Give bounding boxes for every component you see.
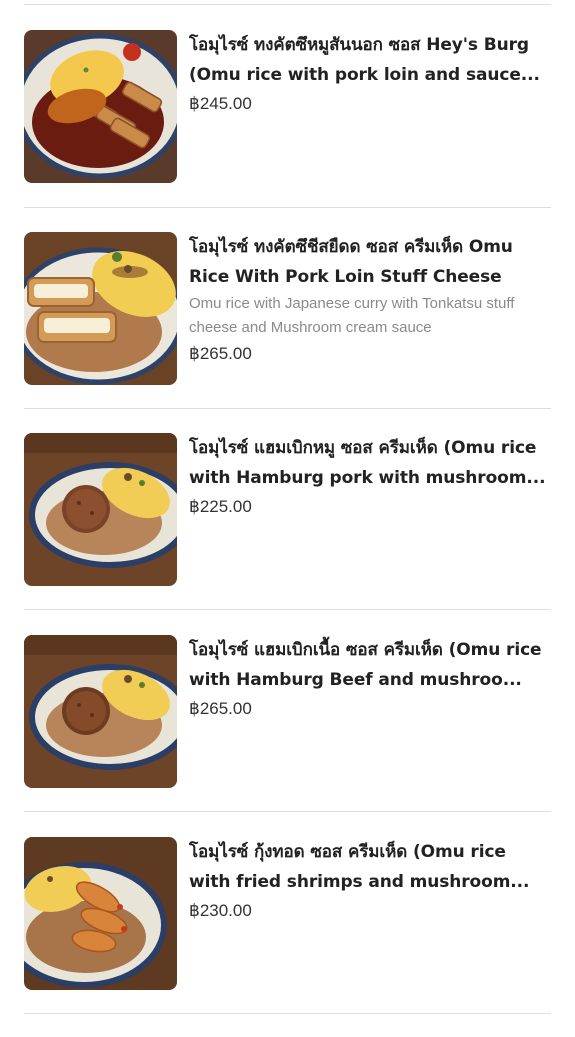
divider (24, 609, 551, 610)
dish-photo (24, 635, 177, 788)
menu-item-name: โอมุไรซ์ แฮมเบิกเนื้อ ซอส ครีมเห็ด (Omu … (189, 640, 542, 690)
menu-item-info: โอมุไรซ์ กุ้งทอด ซอส ครีมเห็ด (Omu rice … (189, 837, 551, 923)
omurice-hamburg-pork-image (24, 433, 177, 586)
dish-photo (24, 433, 177, 586)
menu-item[interactable]: โอมุไรซ์ ทงคัตซึชีสยืดด ซอส ครีมเห็ด Omu… (0, 232, 575, 432)
menu-item-info: โอมุไรซ์ แฮมเบิกเนื้อ ซอส ครีมเห็ด (Omu … (189, 635, 551, 721)
menu-item-name: โอมุไรซ์ แฮมเบิกหมู ซอส ครีมเห็ด (Omu ri… (189, 438, 546, 488)
divider (24, 811, 551, 812)
dish-photo (24, 30, 177, 183)
omurice-tonkatsu-image (24, 30, 177, 183)
dish-photo (24, 837, 177, 990)
divider (24, 4, 551, 5)
omurice-cheese-katsu-image (24, 232, 177, 385)
divider (24, 408, 551, 409)
menu-item-info: โอมุไรซ์ แฮมเบิกหมู ซอส ครีมเห็ด (Omu ri… (189, 433, 551, 519)
menu-item-name: โอมุไรซ์ กุ้งทอด ซอส ครีมเห็ด (Omu rice … (189, 842, 530, 892)
omurice-fried-shrimp-image (24, 837, 177, 990)
divider (24, 1013, 551, 1014)
menu-item-price: ฿265.00 (189, 699, 252, 718)
omurice-hamburg-beef-image (24, 635, 177, 788)
menu-item-price: ฿265.00 (189, 344, 252, 363)
menu-item-description: Omu rice with Japanese curry with Tonkat… (189, 295, 515, 336)
dish-photo (24, 232, 177, 385)
menu-item[interactable]: โอมุไรซ์ แฮมเบิกเนื้อ ซอส ครีมเห็ด (Omu … (0, 635, 575, 835)
divider (24, 207, 551, 208)
menu-item[interactable]: โอมุไรซ์ กุ้งทอด ซอส ครีมเห็ด (Omu rice … (0, 837, 575, 1037)
menu-item-price: ฿225.00 (189, 497, 252, 516)
menu-item[interactable]: โอมุไรซ์ แฮมเบิกหมู ซอส ครีมเห็ด (Omu ri… (0, 433, 575, 633)
menu-item[interactable]: โอมุไรซ์ ทงคัตซึหมูสันนอก ซอส Hey's Burg… (0, 30, 575, 230)
menu-item-info: โอมุไรซ์ ทงคัตซึชีสยืดด ซอส ครีมเห็ด Omu… (189, 232, 551, 366)
menu-item-price: ฿245.00 (189, 94, 252, 113)
menu-item-info: โอมุไรซ์ ทงคัตซึหมูสันนอก ซอส Hey's Burg… (189, 30, 551, 116)
menu-item-price: ฿230.00 (189, 901, 252, 920)
menu-item-name: โอมุไรซ์ ทงคัตซึหมูสันนอก ซอส Hey's Burg… (189, 35, 540, 85)
menu-item-name: โอมุไรซ์ ทงคัตซึชีสยืดด ซอส ครีมเห็ด Omu… (189, 237, 513, 287)
menu-list: โอมุไรซ์ ทงคัตซึหมูสันนอก ซอส Hey's Burg… (0, 0, 575, 1024)
